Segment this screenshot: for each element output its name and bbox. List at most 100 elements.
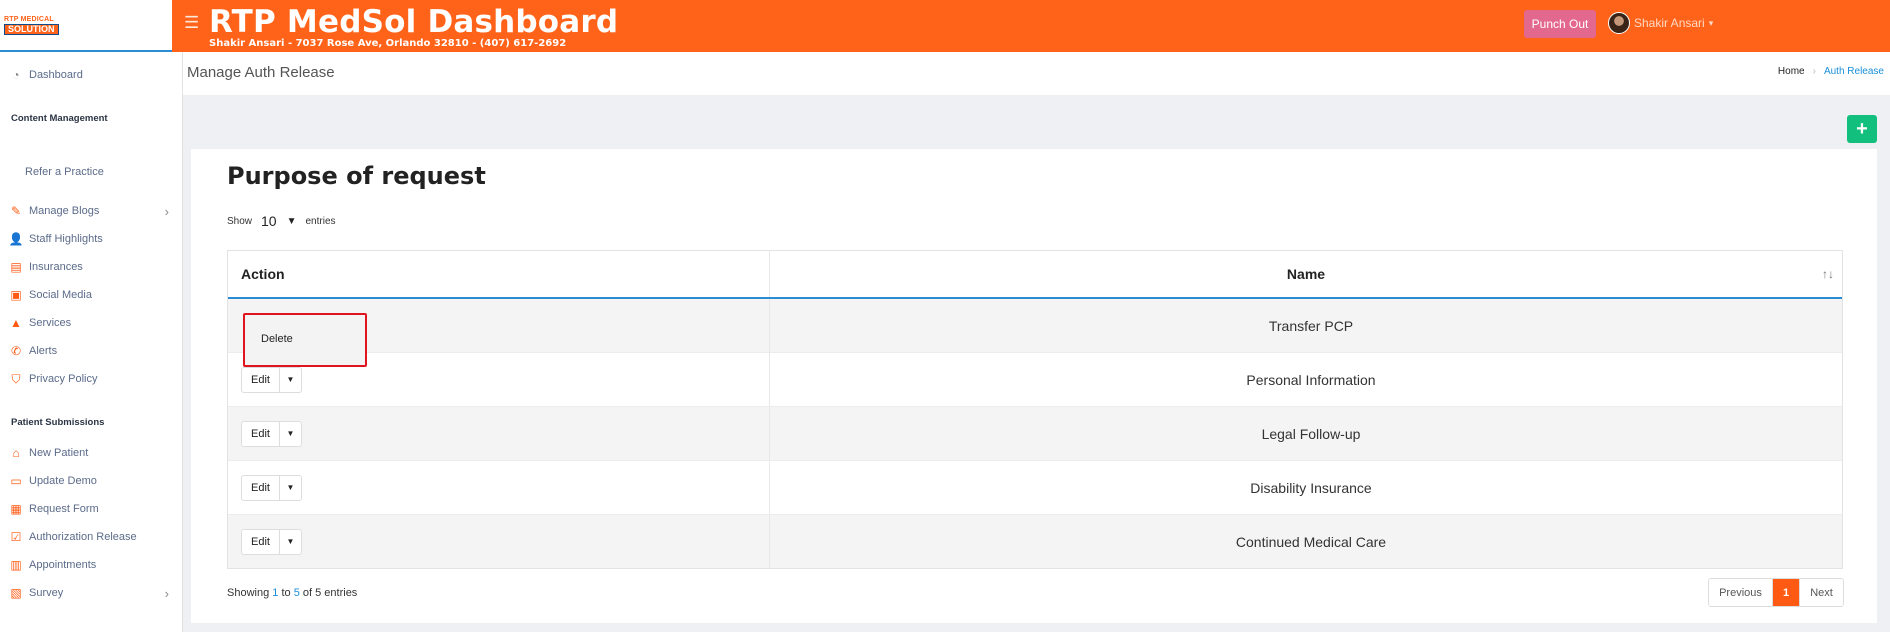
table-row: Edit ▼ Legal Follow-up [228,406,1842,460]
dropdown-toggle-button[interactable]: ▼ [280,366,302,393]
sidebar-item-social-media[interactable]: ▣ Social Media [0,285,183,305]
show-label: Show [227,215,253,227]
table-row: Edit ▼ Continued Medical Care [228,514,1842,568]
table-row: Edit ▼ Personal Information [228,352,1842,406]
sidebar-item-survey[interactable]: ▧ Survey › [0,583,183,603]
sidebar-item-label: Survey [29,587,64,599]
sidebar-item-alerts[interactable]: ✆ Alerts [0,341,183,361]
caret-down-icon: ▼ [286,429,295,438]
entries-select[interactable]: 10 ▼ [257,213,300,229]
sidebar-item-manage-blogs[interactable]: ✎ Manage Blogs › [0,201,183,221]
sidebar-item-label: Refer a Practice [25,166,104,178]
sidebar-item-label: Request Form [29,503,99,515]
dropdown-delete-item[interactable]: Delete [261,333,293,345]
action-cell: Edit ▼ [228,515,770,568]
chevron-right-icon: › [164,585,169,601]
dropdown-toggle-button[interactable]: ▼ [280,420,302,447]
action-dropdown-menu: Delete [243,313,367,367]
name-cell: Disability Insurance [1250,479,1372,496]
pagination: Previous 1 Next [1708,578,1844,607]
edit-button-group: Edit ▼ [241,528,302,555]
sidebar-item-label: Update Demo [29,475,97,487]
breadcrumb: Home › Auth Release [1778,66,1884,77]
pagination-page-1[interactable]: 1 [1773,579,1799,606]
phone-icon: ✆ [10,344,22,358]
sidebar-item-label: Insurances [29,261,83,273]
entries-select-value: 10 [261,213,277,229]
info-to: 5 [293,587,300,599]
page-header: Manage Auth Release Home › Auth Release [183,52,1890,95]
pagination-previous[interactable]: Previous [1709,579,1773,606]
sidebar-item-label: Social Media [29,289,92,301]
sidebar-item-label: Alerts [29,345,58,357]
avatar [1608,12,1630,34]
breadcrumb-separator-icon: › [1812,66,1816,77]
shield-icon: ⛉ [11,371,21,386]
user-menu[interactable]: Shakir Ansari ▾ [1608,12,1713,34]
sidebar-item-request-form[interactable]: ▦ Request Form [0,499,183,519]
logo: RTP MEDICAL SOLUTION [4,16,59,35]
action-cell: Edit ▼ [228,407,770,460]
logo-area[interactable]: RTP MEDICAL SOLUTION [0,0,172,52]
breadcrumb-home-link[interactable]: Home [1778,66,1805,77]
sidebar-item-update-demo[interactable]: ▭ Update Demo [0,471,183,491]
caret-down-icon: ▼ [286,537,295,546]
table-title: Purpose of request [227,162,486,190]
name-cell: Legal Follow-up [1261,425,1361,442]
column-header-name[interactable]: Name ↑↓ [770,251,1842,297]
logo-text-bottom: SOLUTION [4,23,59,35]
info-from: 1 [272,587,279,599]
dropdown-toggle-button[interactable]: ▼ [280,474,302,501]
edit-button[interactable]: Edit [241,420,280,447]
name-cell: Continued Medical Care [1235,533,1387,550]
calendar-icon: ▥ [10,558,22,572]
sidebar-heading-patient: Patient Submissions [11,417,105,428]
form-icon: ▦ [10,502,22,516]
chart-icon: ▧ [10,586,22,600]
table-row: Edit ▼ Disability Insurance [228,460,1842,514]
sidebar-item-label: Privacy Policy [29,373,98,385]
app-title: RTP MedSol Dashboard [209,4,619,40]
edit-button-group: Edit ▼ [241,366,302,393]
punch-out-button[interactable]: Punch Out [1524,10,1596,38]
sort-icon[interactable]: ↑↓ [1822,267,1834,281]
sidebar-item-appointments[interactable]: ▥ Appointments [0,555,183,575]
table-header-row: Action Name ↑↓ [228,251,1842,299]
logo-text-top: RTP MEDICAL [4,15,54,23]
sidebar-item-dashboard[interactable]: ◔ Dashboard [0,65,183,85]
staff-icon: 👤 [8,232,24,246]
pagination-next[interactable]: Next [1799,579,1843,606]
sidebar-item-insurances[interactable]: ▤ Insurances [0,257,183,277]
sidebar-item-new-patient[interactable]: ⌂ New Patient [0,443,183,463]
entries-label: entries [305,215,336,227]
sidebar-item-refer[interactable]: Refer a Practice [0,162,183,182]
app-subtitle: Shakir Ansari - 7037 Rose Ave, Orlando 3… [209,38,567,49]
chevron-right-icon: › [164,203,169,219]
insurance-icon: ▤ [10,260,22,274]
page-title: Manage Auth Release [187,64,335,81]
content-card: Purpose of request Show 10 ▼ entries Act… [191,149,1877,623]
id-card-icon: ▭ [10,474,22,488]
info-to-word: to [281,587,291,599]
edit-button[interactable]: Edit [241,528,280,555]
sidebar-item-privacy-policy[interactable]: ⛉ Privacy Policy [0,369,183,389]
top-header: RTP MEDICAL SOLUTION ☰ RTP MedSol Dashbo… [0,0,1890,52]
sidebar-item-services[interactable]: ▲ Services [0,313,183,333]
sidebar-item-label: New Patient [29,447,89,459]
edit-button[interactable]: Edit [241,474,280,501]
dropdown-toggle-button[interactable]: ▼ [280,528,302,555]
sidebar-item-label: Appointments [29,559,97,571]
entries-length-control: Show 10 ▼ entries [227,213,336,229]
sidebar-item-staff-highlights[interactable]: 👤 Staff Highlights [0,229,183,249]
services-icon: ▲ [10,316,22,330]
add-button[interactable]: + [1847,115,1877,143]
edit-button[interactable]: Edit [241,366,280,393]
hamburger-menu-icon[interactable]: ☰ [184,13,199,33]
dashboard-gauge-icon: ◔ [12,68,20,82]
breadcrumb-current: Auth Release [1823,66,1884,77]
sidebar-item-label: Dashboard [29,69,83,81]
edit-button-group: Edit ▼ [241,420,302,447]
sidebar-item-authorization-release[interactable]: ☑ Authorization Release [0,527,183,547]
sidebar: ◔ Dashboard Content Management Refer a P… [0,52,183,632]
action-cell: Edit ▼ [228,461,770,514]
